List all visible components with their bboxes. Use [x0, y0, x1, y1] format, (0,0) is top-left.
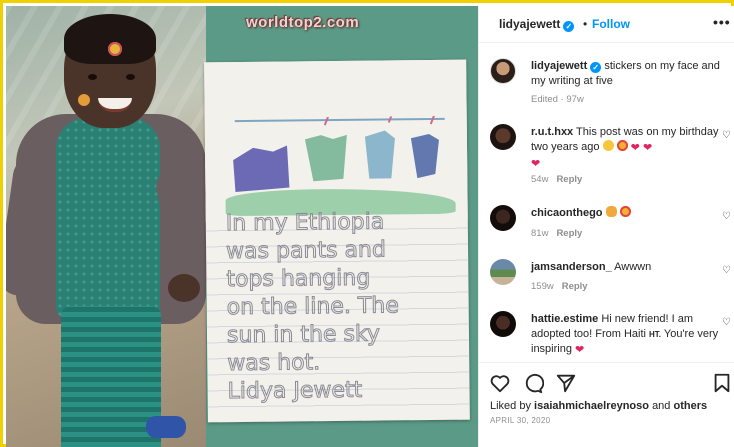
caption-meta: Edited · 97w — [531, 94, 584, 105]
comment-username[interactable]: jamsanderson_ — [531, 261, 612, 273]
watermark: worldtop2.com — [246, 14, 360, 31]
comment-age: 81w — [531, 228, 549, 239]
post-header: lidyajewett ✓ • Follow ••• — [479, 6, 734, 43]
handwriting-line: on the line. The — [227, 293, 399, 320]
comment: r.u.t.hxx This post was on my birthday t… — [531, 125, 721, 172]
caption-username[interactable]: lidyajewett — [531, 60, 587, 72]
red-heart-icon: ❤ — [642, 142, 653, 154]
verified-badge-icon: ✓ — [590, 62, 602, 73]
avatar[interactable] — [490, 205, 516, 231]
like-comment-heart-icon[interactable]: ♡ — [722, 211, 731, 222]
screenshot-frame: worldtop2.com In my Ethiopia was pants a… — [0, 0, 734, 447]
more-options-icon[interactable]: ••• — [713, 14, 731, 30]
child-eye-right — [126, 74, 135, 80]
post-caption: lidyajewett ✓ stickers on my face and my … — [531, 59, 721, 89]
reply-button[interactable]: Reply — [556, 174, 582, 185]
child-photo — [6, 6, 220, 447]
comment-text: Awwwn — [614, 261, 652, 273]
comment: chicaonthego — [531, 206, 721, 221]
handwritten-paper: In my Ethiopia was pants and tops hangin… — [204, 59, 470, 423]
likes-prefix: Liked by — [490, 400, 531, 412]
handwriting-line: was hot. — [227, 350, 320, 376]
liked-by-user[interactable]: isaiahmichaelreynoso — [534, 400, 649, 412]
comment-age: 159w — [531, 281, 554, 292]
face-sticker — [78, 94, 90, 106]
handwriting-line: was pants and — [226, 237, 386, 264]
post-media[interactable]: worldtop2.com In my Ethiopia was pants a… — [6, 6, 478, 447]
avatar[interactable] — [490, 259, 516, 285]
post-actions — [489, 372, 730, 394]
like-heart-icon[interactable] — [489, 372, 511, 394]
red-heart-icon: ❤ — [630, 142, 640, 154]
dot-separator: • — [583, 17, 588, 31]
heart-emoji-icon: ❤ — [575, 344, 585, 356]
child-eye-left — [88, 74, 97, 80]
comment-username[interactable]: chicaonthego — [531, 207, 603, 219]
comment-age: 54w — [531, 174, 549, 185]
comment-username[interactable]: r.u.t.hxx — [531, 126, 573, 138]
handwriting-line: In my Ethiopia — [226, 210, 385, 236]
handwriting: In my Ethiopia was pants and tops hangin… — [225, 210, 399, 405]
liked-by-others[interactable]: others — [673, 400, 707, 412]
comment-bubble-icon[interactable] — [522, 372, 544, 394]
comment-username[interactable]: hattie.estime — [531, 313, 598, 325]
likes-and: and — [652, 400, 671, 412]
face-sticker — [108, 42, 122, 56]
likes-summary: Liked by isaiahmichaelreynoso and others — [490, 400, 707, 412]
reply-button[interactable]: Reply — [556, 228, 582, 239]
share-send-icon[interactable] — [555, 372, 577, 394]
post-date[interactable]: APRIL 30, 2020 — [490, 416, 550, 425]
handwriting-line: tops hanging — [226, 266, 370, 293]
haiti-flag-badge: HT. — [649, 330, 662, 339]
handwriting-line: Lidya Jewett — [227, 378, 362, 404]
laugh-emoji — [602, 140, 614, 151]
heart-eyes-emoji — [616, 140, 628, 151]
bookmark-icon[interactable] — [711, 372, 733, 394]
username-text[interactable]: lidyajewett — [499, 17, 560, 31]
like-comment-heart-icon[interactable]: ♡ — [722, 265, 731, 276]
avatar[interactable] — [490, 311, 516, 337]
avatar[interactable] — [490, 58, 516, 84]
comment-meta: 81w Reply — [531, 228, 582, 239]
comment-meta: 54w Reply — [531, 174, 582, 185]
child-hand — [168, 274, 200, 302]
child-shirt — [56, 118, 160, 318]
comment: jamsanderson_ Awwwn — [531, 260, 721, 275]
like-comment-heart-icon[interactable]: ♡ — [722, 317, 731, 328]
header-username[interactable]: lidyajewett ✓ — [499, 17, 575, 32]
smiling-hearts-emoji — [619, 206, 631, 217]
avatar[interactable] — [490, 124, 516, 150]
red-heart-icon: ❤ — [531, 158, 541, 170]
divider — [479, 362, 734, 363]
like-comment-heart-icon[interactable]: ♡ — [722, 130, 731, 141]
child-shoe — [146, 416, 186, 438]
follow-button[interactable]: Follow — [592, 17, 630, 31]
cat-emoji — [605, 206, 617, 217]
comment: hattie.estime Hi new friend! I am adopte… — [531, 312, 721, 358]
post-panel: lidyajewett ✓ • Follow ••• lidyajewett ✓ s… — [478, 6, 734, 447]
comment-meta: 159w Reply — [531, 281, 588, 292]
verified-badge-icon: ✓ — [563, 21, 575, 32]
reply-button[interactable]: Reply — [562, 281, 588, 292]
clothes-drawing — [233, 115, 439, 193]
handwriting-line: sun in the sky — [227, 322, 380, 349]
child-hair — [64, 14, 156, 64]
